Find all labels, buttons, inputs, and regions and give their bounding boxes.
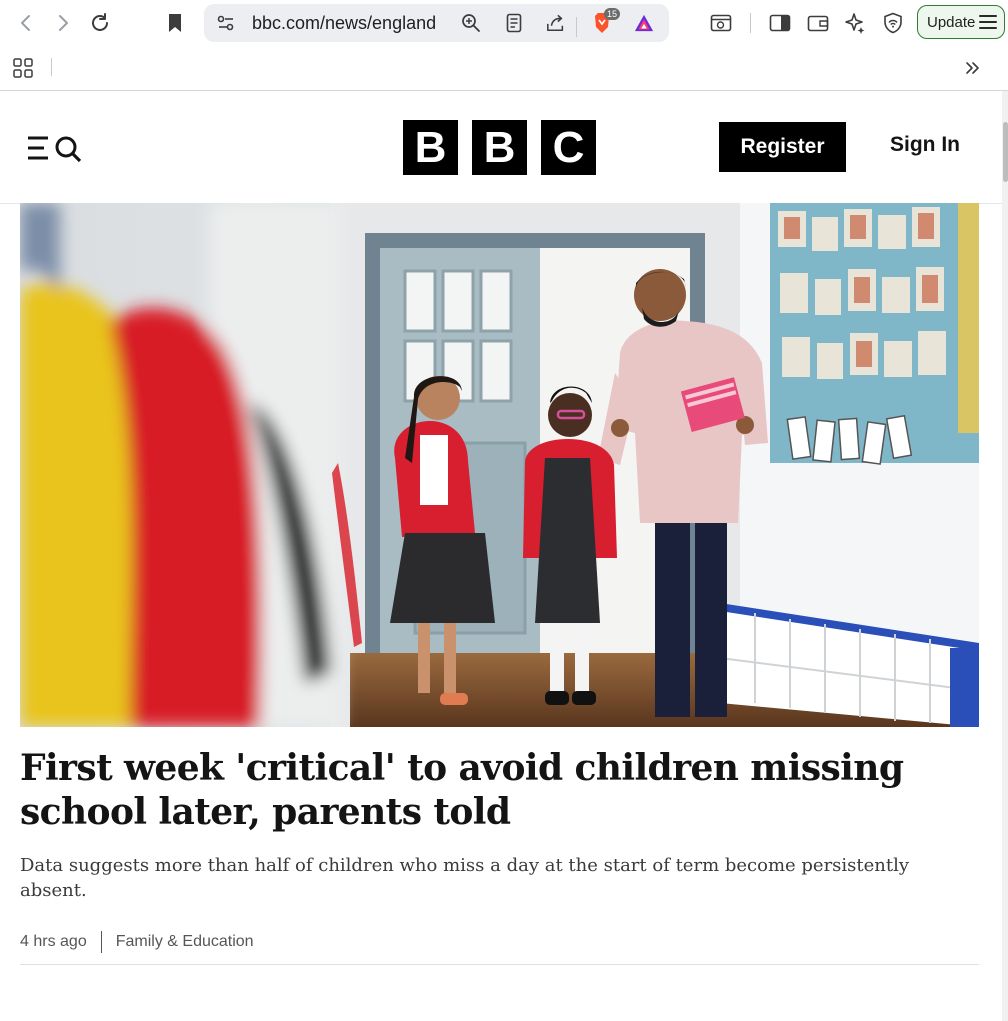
brave-rewards-icon[interactable] [634, 13, 654, 33]
forward-icon[interactable] [48, 8, 78, 38]
screenshot-icon[interactable] [706, 8, 736, 38]
back-icon[interactable] [11, 8, 41, 38]
register-button[interactable]: Register [719, 122, 846, 172]
sign-in-link[interactable]: Sign In [890, 133, 960, 157]
article-headline[interactable]: First week 'critical' to avoid children … [20, 746, 980, 834]
logo-block: B [403, 120, 458, 175]
bbc-logo[interactable]: B B C [403, 120, 596, 175]
reader-mode-icon[interactable] [504, 13, 524, 33]
site-header: B B C Register Sign In [0, 91, 1008, 204]
bookmarks-divider [51, 58, 52, 76]
browser-toolbar: bbc.com/news/england 15 Update [0, 0, 1008, 46]
leo-ai-icon[interactable] [840, 8, 870, 38]
bookmarks-bar [0, 46, 1008, 91]
menu-search-button[interactable] [26, 133, 84, 163]
scrollbar-thumb[interactable] [1003, 122, 1008, 182]
article-divider [20, 964, 979, 965]
share-icon[interactable] [546, 13, 566, 33]
page-scrollbar[interactable] [1002, 91, 1008, 1021]
urlbar-divider [576, 17, 577, 37]
article-image[interactable] [20, 203, 979, 727]
zoom-icon[interactable] [461, 13, 481, 33]
reload-icon[interactable] [85, 8, 115, 38]
meta-divider [100, 931, 102, 953]
wallet-icon[interactable] [803, 8, 833, 38]
article-topic[interactable]: Family & Education [116, 933, 254, 951]
apps-grid-icon[interactable] [8, 53, 38, 83]
logo-block: B [472, 120, 527, 175]
article-meta: 4 hrs ago Family & Education [20, 931, 254, 953]
vpn-icon[interactable] [878, 8, 908, 38]
menu-icon[interactable] [979, 14, 997, 34]
article-summary: Data suggests more than half of children… [20, 855, 910, 901]
menu-search-icon [28, 136, 82, 163]
update-button[interactable]: Update [917, 5, 1005, 39]
toolbar-divider [750, 13, 751, 33]
more-bookmarks-icon[interactable] [958, 53, 988, 83]
shield-count-badge: 15 [604, 8, 621, 20]
hero-photo [20, 203, 979, 727]
bookmark-icon[interactable] [160, 8, 190, 38]
site-settings-icon[interactable] [216, 13, 236, 33]
article-timestamp: 4 hrs ago [20, 933, 87, 950]
sidebar-icon[interactable] [765, 8, 795, 38]
update-label: Update [927, 13, 976, 31]
logo-block: C [541, 120, 596, 175]
url-text[interactable]: bbc.com/news/england [252, 13, 436, 34]
address-bar[interactable]: bbc.com/news/england 15 [204, 4, 669, 42]
